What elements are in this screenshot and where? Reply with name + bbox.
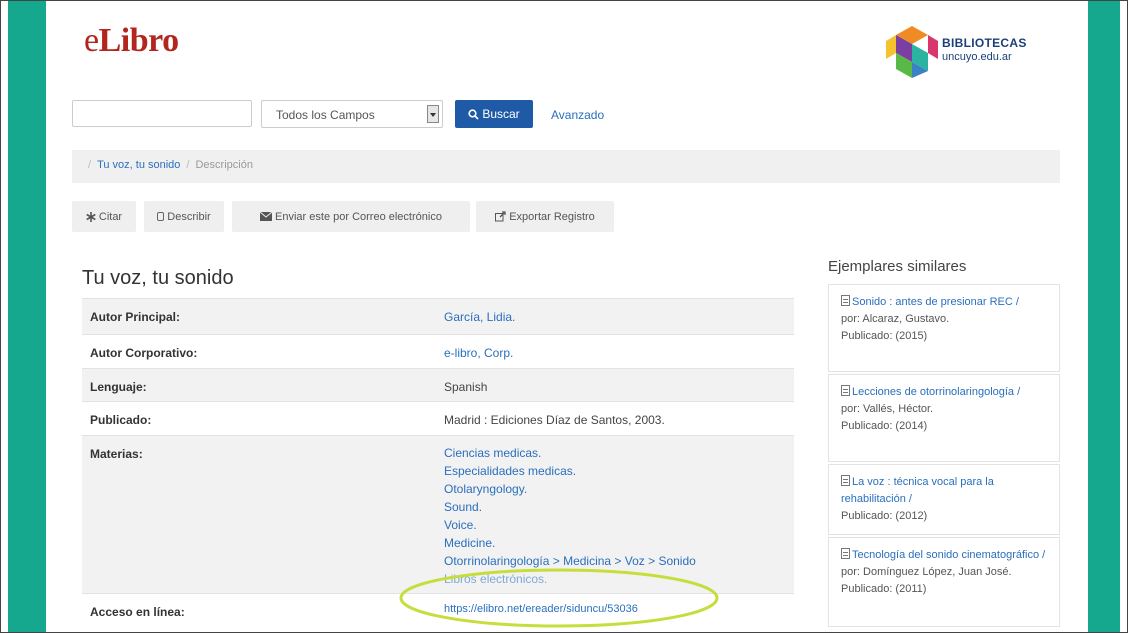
search-field-value: Todos los Campos [276,108,375,122]
bibliotecas-title: BIBLIOTECAS [942,36,1027,50]
similar-item-author: por: Domínguez López, Juan José. [841,566,1012,578]
detail-label: Lenguaje: [90,380,147,394]
similar-item: Tecnología del sonido cinematográfico / … [828,537,1060,627]
similar-items-list: Sonido : antes de presionar REC / por: A… [828,284,1060,629]
detail-row-corporate-author: Autor Corporativo: e-libro, Corp. [82,334,794,368]
subject-link[interactable]: Ciencias medicas. [444,444,696,462]
breadcrumb-item-record[interactable]: Tu voz, tu sonido [97,159,180,171]
search-input[interactable] [72,100,252,127]
detail-row-published: Publicado: Madrid : Ediciones Díaz de Sa… [82,401,794,435]
similar-item: Sonido : antes de presionar REC / por: A… [828,284,1060,372]
document-icon [841,548,850,559]
subject-link[interactable]: Voice. [444,516,696,534]
detail-label: Acceso en línea: [90,605,185,619]
published-value: Madrid : Ediciones Díaz de Santos, 2003. [444,413,665,427]
bibliotecas-logo[interactable]: BIBLIOTECAS uncuyo.edu.ar [884,24,1044,80]
highlight-ellipse [399,568,719,628]
logo-prefix: e [84,22,99,59]
similar-item-author: por: Vallés, Héctor. [841,403,934,415]
breadcrumb-separator: / [186,159,190,171]
describe-label: Describir [167,210,211,223]
similar-item-published: Publicado: (2011) [841,583,927,595]
similar-item-author: por: Alcaraz, Gustavo. [841,313,950,325]
describe-button[interactable]: Describir [144,201,224,232]
search-field-select[interactable]: Todos los Campos [261,100,443,128]
similar-item: Lecciones de otorrinolaringología / por:… [828,374,1060,462]
detail-label: Autor Corporativo: [90,346,198,360]
bibliotecas-subtitle: uncuyo.edu.ar [942,51,1012,63]
logo-main: Libro [98,22,180,59]
similar-item-title-text: Sonido : antes de presionar REC / [852,296,1019,308]
similar-item-title-text: La voz : técnica vocal para la rehabilit… [841,476,994,505]
similar-item-title[interactable]: Tecnología del sonido cinematográfico / [841,547,1047,564]
similar-item-title[interactable]: La voz : técnica vocal para la rehabilit… [841,474,1047,508]
search-button[interactable]: Buscar [455,100,533,128]
cite-button[interactable]: Citar [72,201,136,232]
left-frame-border [8,0,46,633]
similar-item-published: Publicado: (2014) [841,420,928,432]
similar-item-published: Publicado: (2015) [841,330,928,342]
envelope-icon [260,212,273,221]
similar-items-title: Ejemplares similares [828,258,967,275]
similar-item-title-text: Tecnología del sonido cinematográfico / [852,549,1046,561]
email-label: Enviar este por Correo electrónico [275,210,442,223]
similar-item-published: Publicado: (2012) [841,510,928,522]
record-title: Tu voz, tu sonido [82,267,234,289]
breadcrumb: / Tu voz, tu sonido / Descripción [72,150,1060,183]
email-record-button[interactable]: Enviar este por Correo electrónico [232,201,470,232]
search-icon [468,108,479,120]
cite-label: Citar [98,210,123,223]
subject-link[interactable]: Sound. [444,498,696,516]
similar-item: La voz : técnica vocal para la rehabilit… [828,464,1060,535]
detail-label: Autor Principal: [90,310,181,324]
detail-row-language: Lenguaje: Spanish [82,368,794,401]
document-icon [841,295,850,306]
detail-row-author: Autor Principal: García, Lidia. [82,298,794,334]
list-icon [157,212,165,221]
cube-logo-icon [886,26,938,78]
page: eLibro BIBLIOTECAS uncuyo.edu.ar Todos l… [46,0,1088,633]
asterisk-icon [86,211,96,222]
subject-link[interactable]: Otolaryngology. [444,480,696,498]
external-link-icon [495,211,506,222]
similar-item-title-text: Lecciones de otorrinolaringología / [852,386,1021,398]
document-icon [841,475,850,486]
subject-link[interactable]: Especialidades medicas. [444,462,696,480]
document-icon [841,385,850,396]
elibro-logo[interactable]: eLibro [84,22,179,60]
search-button-label: Buscar [482,107,520,121]
similar-item-title[interactable]: Sonido : antes de presionar REC / [841,294,1047,311]
detail-label: Materias: [90,447,143,461]
advanced-search-link[interactable]: Avanzado [551,108,604,122]
export-record-button[interactable]: Exportar Registro [476,201,614,232]
detail-label: Publicado: [90,413,152,427]
breadcrumb-separator: / [88,159,92,171]
right-frame-border [1088,0,1120,633]
export-label: Exportar Registro [509,210,595,223]
language-value: Spanish [444,380,488,394]
breadcrumb-item-current: Descripción [195,159,253,171]
subject-link[interactable]: Medicine. [444,534,696,552]
author-link[interactable]: García, Lidia. [444,310,515,324]
corporate-author-link[interactable]: e-libro, Corp. [444,346,513,360]
dropdown-arrow-icon [427,105,439,123]
similar-item-title[interactable]: Lecciones de otorrinolaringología / [841,384,1047,401]
